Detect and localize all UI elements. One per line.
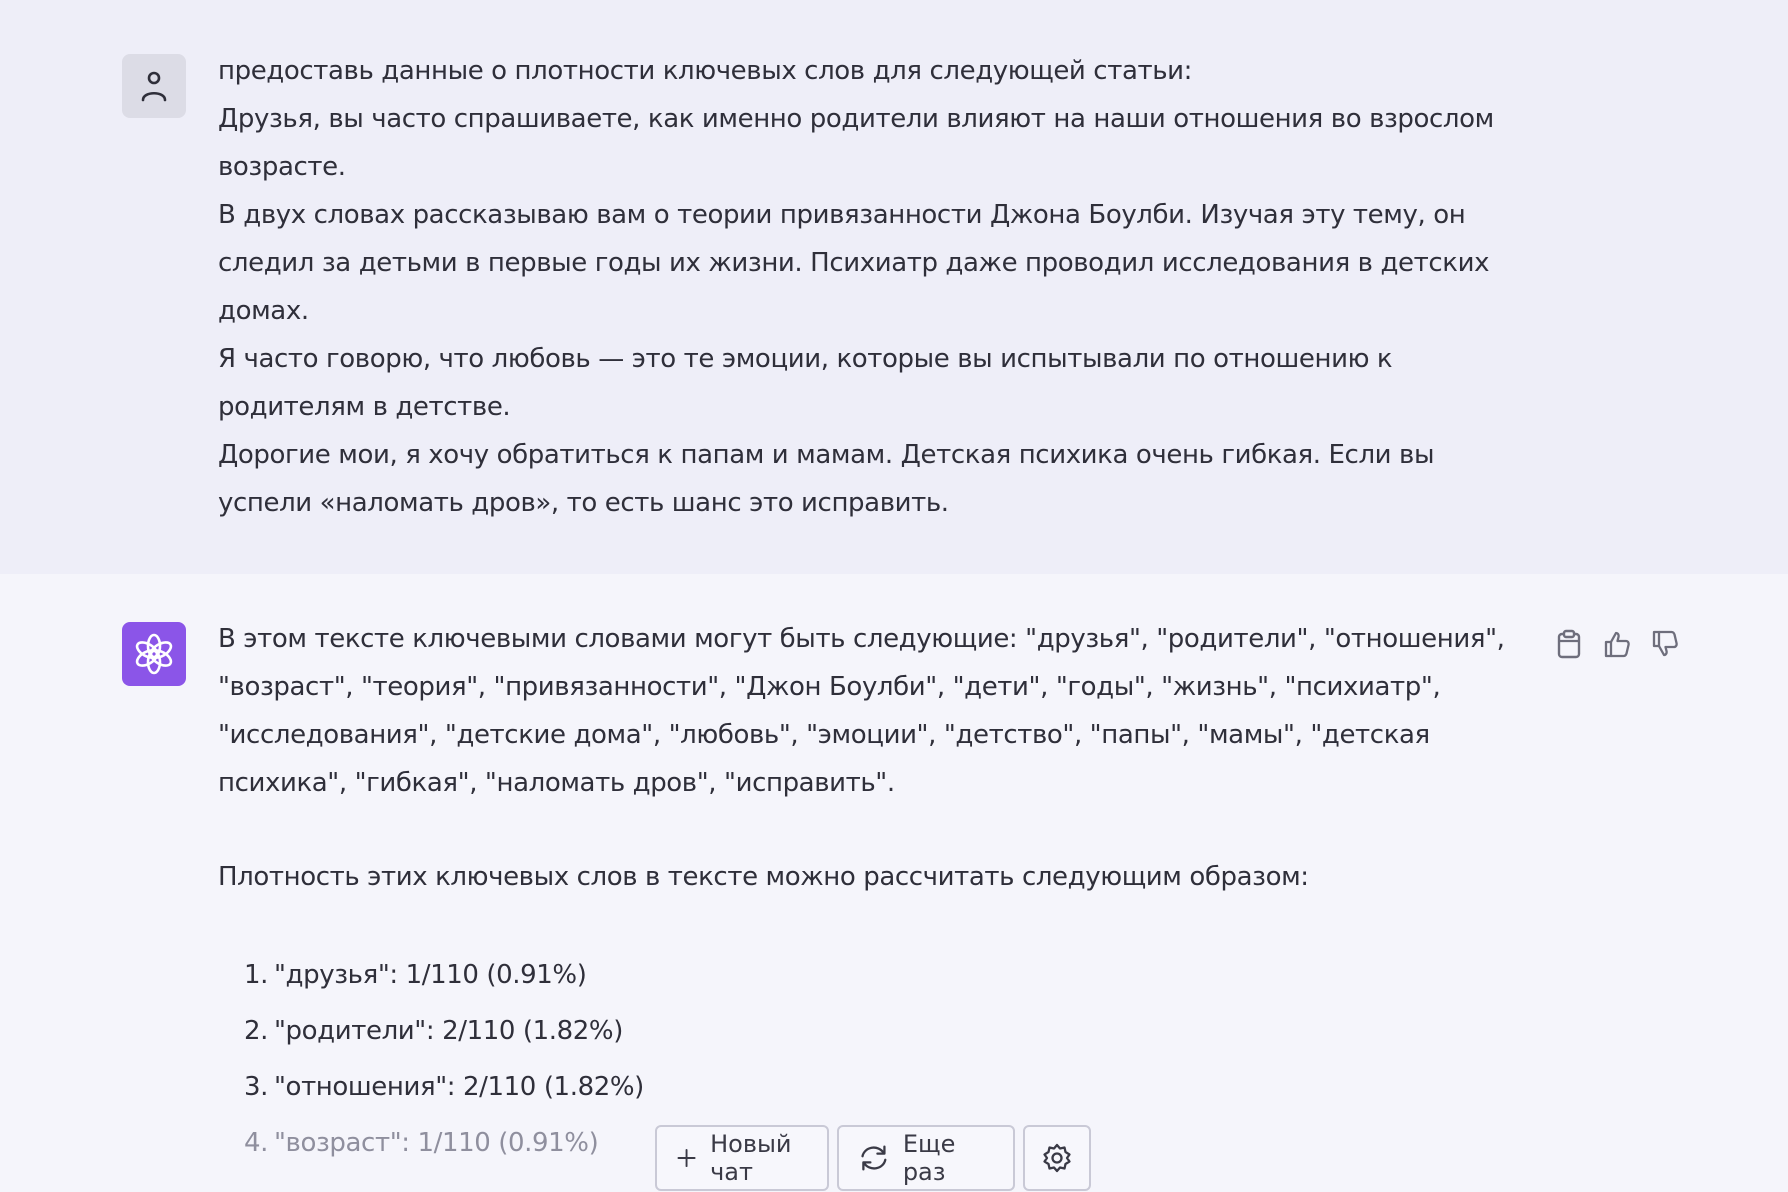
regenerate-label: Еще раз — [902, 1130, 956, 1186]
list-item-number: 2. — [244, 1016, 269, 1046]
settings-button[interactable] — [1023, 1125, 1091, 1191]
new-chat-label: Новый чат — [710, 1130, 792, 1186]
list-item: 2. "родители": 2/110 (1.82%) — [244, 1003, 1508, 1059]
list-item: 1. "друзья": 1/110 (0.91%) — [244, 947, 1508, 1003]
list-item: 3. "отношения": 2/110 (1.82%) — [244, 1059, 1508, 1115]
list-item-text: "друзья": 1/110 (0.91%) — [274, 960, 587, 990]
openai-logo-icon — [135, 633, 173, 675]
user-paragraph: В двух словах рассказываю вам о теории п… — [218, 200, 1490, 326]
user-icon — [141, 71, 167, 102]
user-paragraph: предоставь данные о плотности ключевых с… — [218, 56, 1192, 86]
chat-page: предоставь данные о плотности ключевых с… — [0, 0, 1788, 1192]
user-message-text: предоставь данные о плотности ключевых с… — [218, 47, 1508, 527]
new-chat-button[interactable]: Новый чат — [655, 1125, 829, 1191]
thumbs-down-icon — [1652, 630, 1678, 657]
message-actions — [1553, 628, 1681, 660]
list-item-number: 1. — [244, 960, 269, 990]
assistant-intro: В этом тексте ключевыми словами могут бы… — [218, 624, 1505, 798]
user-paragraph: Дорогие мои, я хочу обратиться к папам и… — [218, 440, 1435, 518]
list-item-text: "родители": 2/110 (1.82%) — [274, 1016, 623, 1046]
user-avatar — [122, 54, 186, 118]
regenerate-button[interactable]: Еще раз — [837, 1125, 1015, 1191]
list-item-number: 3. — [244, 1072, 269, 1102]
bottom-toolbar: Новый чат Еще раз — [655, 1125, 1091, 1191]
plus-icon — [677, 1148, 696, 1168]
user-message-block: предоставь данные о плотности ключевых с… — [0, 0, 1788, 574]
list-item-text: "возраст": 1/110 (0.91%) — [274, 1128, 599, 1158]
user-paragraph: Я часто говорю, что любовь — это те эмоц… — [218, 344, 1393, 422]
refresh-icon — [861, 1145, 887, 1171]
list-item-text: "отношения": 2/110 (1.82%) — [274, 1072, 644, 1102]
assistant-avatar — [122, 622, 186, 686]
assistant-density-intro: Плотность этих ключевых слов в тексте мо… — [218, 862, 1309, 892]
thumbs-up-button[interactable] — [1601, 628, 1633, 660]
thumbs-up-icon — [1604, 631, 1630, 658]
assistant-message-text: В этом тексте ключевыми словами могут бы… — [218, 615, 1508, 1192]
clipboard-icon — [1557, 629, 1581, 659]
gear-icon — [1043, 1143, 1071, 1173]
list-item-number: 4. — [244, 1128, 269, 1158]
copy-button[interactable] — [1553, 628, 1585, 660]
thumbs-down-button[interactable] — [1649, 628, 1681, 660]
user-paragraph: Друзья, вы часто спрашиваете, как именно… — [218, 104, 1494, 182]
